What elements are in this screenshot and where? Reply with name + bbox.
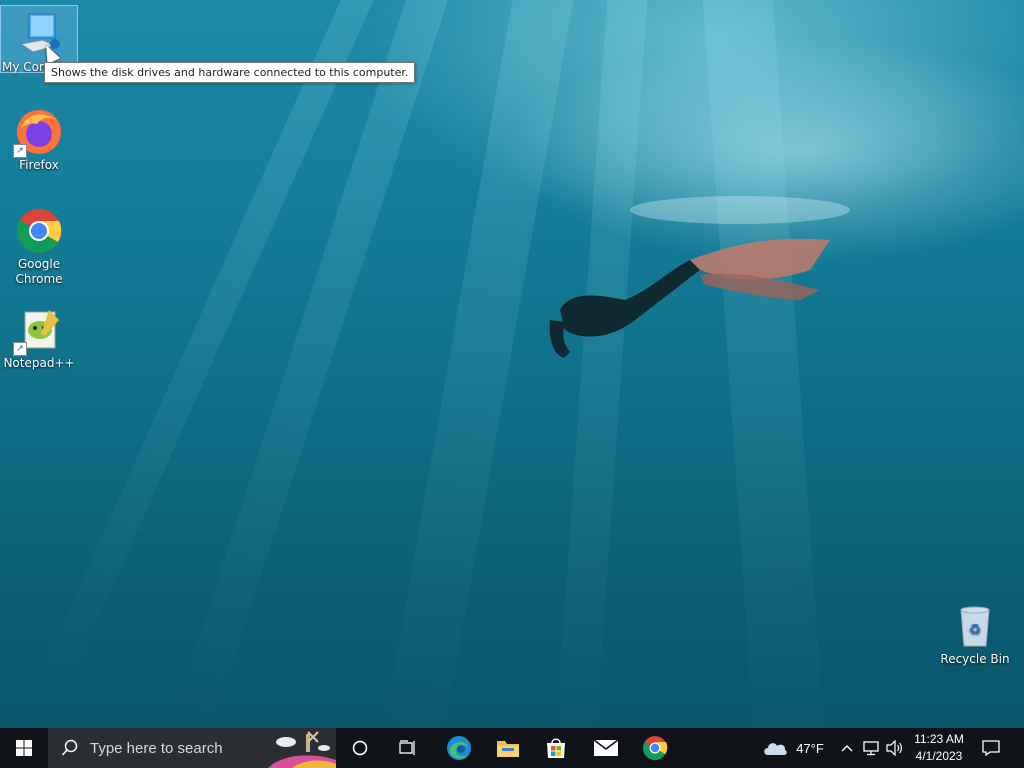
clock-date: 4/1/2023 [915,749,963,763]
desktop-icon-label: Firefox [19,158,59,172]
weather-widget[interactable]: 47°F [758,728,828,768]
search-highlight-illustration [262,728,336,768]
cortana-button[interactable] [337,728,383,768]
windows-logo-icon [16,740,32,756]
volume-button[interactable] [883,728,905,768]
network-icon [863,741,879,756]
network-button[interactable] [860,728,882,768]
desktop-icon-recycle-bin[interactable]: ♻ Recycle Bin [937,598,1013,667]
speaker-icon [886,740,902,756]
action-center-button[interactable] [976,728,1006,768]
search-icon [60,738,80,758]
desktop-icon-notepadpp[interactable]: ↗ Notepad++ [1,302,77,371]
mail-icon [593,739,619,756]
taskbar: 47°F 11:23 AM 4/1/2023 [0,728,1024,768]
desktop-background[interactable]: My Con ↗ Firefox Google Chrome ↗ Notepad… [0,0,1024,728]
task-view-button[interactable] [385,728,431,768]
shortcut-arrow-icon: ↗ [13,342,27,356]
show-hidden-icons-button[interactable] [838,728,856,768]
clock-time: 11:23 AM [914,732,964,746]
swimmer-silhouette [549,196,850,358]
cloud-icon [764,743,787,755]
tooltip: Shows the disk drives and hardware conne… [44,62,416,83]
task-view-icon [399,740,415,755]
desktop-icon-label: Recycle Bin [940,652,1010,666]
taskbar-search-box[interactable] [48,728,336,768]
recycle-bin-icon: ♻ [951,602,999,650]
taskbar-store[interactable] [533,728,579,768]
cortana-icon [352,740,368,756]
taskbar-mail[interactable] [583,728,629,768]
desktop-icon-label: Google Chrome [15,257,63,286]
chrome-icon [15,207,63,255]
notepadpp-icon: ↗ [13,306,63,356]
file-explorer-icon [497,741,519,757]
shortcut-arrow-icon: ↗ [13,144,27,158]
clock[interactable]: 11:23 AM 4/1/2023 [904,728,974,768]
chrome-icon [642,736,668,761]
firefox-icon: ↗ [13,108,63,158]
weather-temperature: 47°F [796,740,824,756]
taskbar-chrome[interactable] [632,728,678,768]
store-icon [547,738,565,758]
desktop-icon-label: Notepad++ [3,356,75,370]
notification-icon [982,740,1000,756]
taskbar-edge[interactable] [436,728,482,768]
desktop-icon-google-chrome[interactable]: Google Chrome [1,203,77,287]
svg-text:♻: ♻ [969,622,982,638]
chevron-up-icon [841,745,853,752]
start-button[interactable] [0,728,48,768]
edge-icon [447,736,471,760]
search-input[interactable] [88,738,262,758]
desktop-icon-firefox[interactable]: ↗ Firefox [1,104,77,173]
taskbar-file-explorer[interactable] [485,728,531,768]
